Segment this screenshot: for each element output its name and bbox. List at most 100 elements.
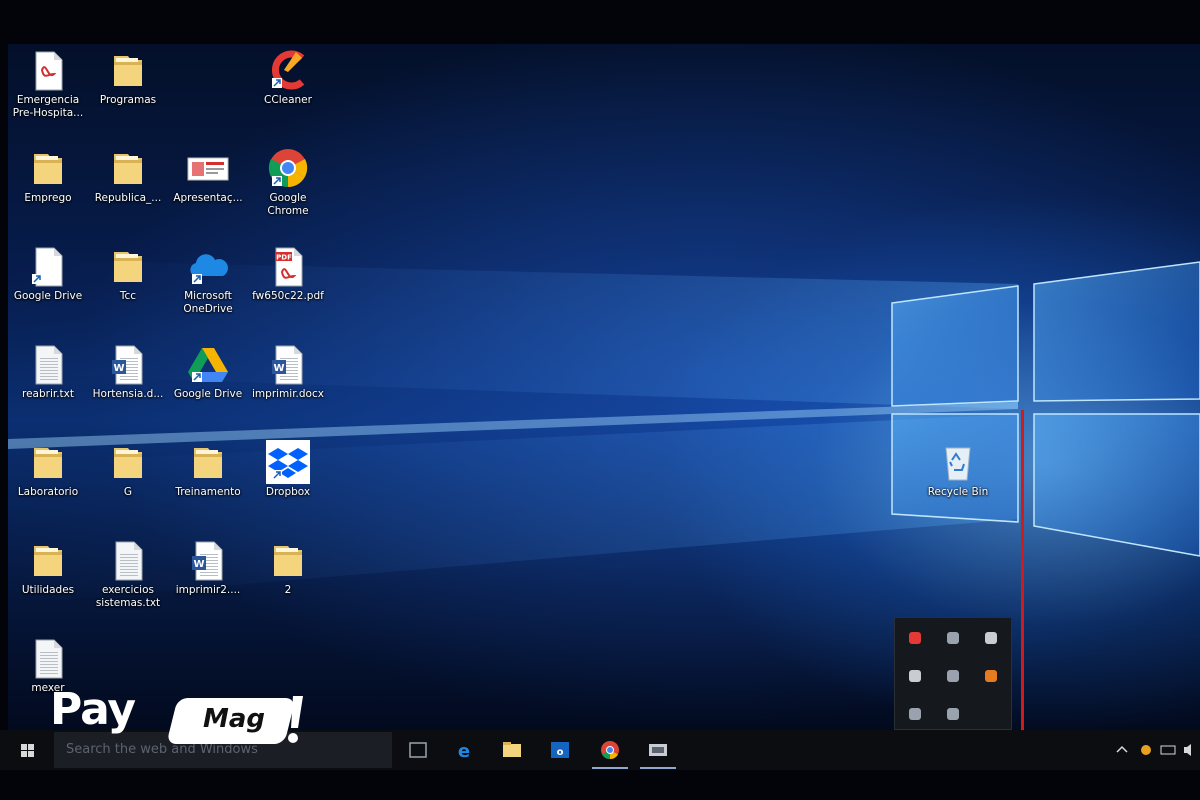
desktop-icon-label: Tcc bbox=[119, 290, 137, 302]
desktop-icon-label: Recycle Bin bbox=[927, 486, 989, 498]
desktop-icon[interactable]: Recycle Bin bbox=[918, 440, 998, 499]
desktop-icon[interactable]: Republica_... bbox=[88, 146, 168, 205]
ccleaner-icon bbox=[266, 48, 310, 92]
svg-text:e: e bbox=[458, 741, 470, 762]
text-file-icon bbox=[26, 636, 70, 680]
folder-icon bbox=[106, 146, 150, 190]
taskbar-app-outlook[interactable]: o bbox=[540, 734, 580, 766]
pdf-document-icon bbox=[26, 48, 70, 92]
volume-icon[interactable] bbox=[1180, 734, 1200, 766]
dropbox-icon bbox=[266, 440, 310, 484]
folder-icon bbox=[266, 538, 310, 582]
desktop-icon[interactable]: Programas bbox=[88, 48, 168, 107]
desktop-icon[interactable]: Microsoft OneDrive bbox=[168, 244, 248, 316]
taskbar-app-chrome[interactable] bbox=[590, 734, 630, 769]
red-annotation-line bbox=[1021, 410, 1024, 730]
screenshot-frame: Emergencia Pre-Hospita... Programas CClean… bbox=[0, 0, 1200, 800]
folder-icon bbox=[106, 48, 150, 92]
network-icon[interactable] bbox=[1158, 734, 1178, 766]
folder-icon bbox=[26, 146, 70, 190]
desktop-icon-label: Emergencia Pre-Hospita... bbox=[12, 94, 84, 119]
bluetooth-tray-icon[interactable] bbox=[905, 704, 925, 724]
onedrive-icon bbox=[186, 244, 230, 288]
google-drive-icon bbox=[186, 342, 230, 386]
desktop-icon-label: Google Drive bbox=[13, 290, 83, 302]
folder-icon bbox=[26, 440, 70, 484]
task-view-icon bbox=[409, 742, 427, 758]
brand-pay: Pay bbox=[50, 684, 136, 735]
desktop-icon[interactable]: Apresentaç... bbox=[168, 146, 248, 205]
desktop-icon-label: fw650c22.pdf bbox=[252, 290, 324, 302]
desktop-icon-label: imprimir.docx bbox=[252, 388, 324, 400]
desktop-icon[interactable]: G bbox=[88, 440, 168, 499]
taskbar-app-media-app[interactable] bbox=[638, 734, 678, 769]
desktop-icon[interactable]: Laboratorio bbox=[8, 440, 88, 499]
desktop-icon[interactable]: CCleaner bbox=[248, 48, 328, 107]
desktop-icon[interactable]: Google Drive bbox=[168, 342, 248, 401]
desktop-icon[interactable]: Treinamento bbox=[168, 440, 248, 499]
onedrive-tray-icon[interactable] bbox=[943, 704, 963, 724]
word-document-icon: W bbox=[266, 342, 310, 386]
svg-text:PDF: PDF bbox=[276, 254, 292, 262]
svg-text:W: W bbox=[113, 363, 124, 374]
brand-mag: Mag bbox=[202, 704, 266, 734]
red-app-tray-icon[interactable] bbox=[905, 628, 925, 648]
show-hidden-icons-chevron[interactable] bbox=[1112, 734, 1132, 766]
desktop-icon-label: exercicios sistemas.txt bbox=[95, 584, 161, 609]
chrome-icon bbox=[601, 741, 619, 760]
windows-start-icon bbox=[21, 744, 34, 757]
desktop-icon[interactable]: 2 bbox=[248, 538, 328, 597]
desktop-icon[interactable]: Google Chrome bbox=[248, 146, 328, 218]
pdf-icon: PDF bbox=[266, 244, 310, 288]
edge-icon: e bbox=[458, 741, 470, 762]
desktop-icon-label: Google Chrome bbox=[267, 192, 309, 217]
desktop-icon[interactable]: Utilidades bbox=[8, 538, 88, 597]
desktop-icon[interactable]: Tcc bbox=[88, 244, 168, 303]
drive-sync-tray-icon[interactable] bbox=[943, 628, 963, 648]
desktop-icon-label: Treinamento bbox=[175, 486, 241, 498]
desktop-icon-label: G bbox=[123, 486, 133, 498]
ccleaner-tray-icon[interactable] bbox=[981, 666, 1001, 686]
outlook-icon: o bbox=[551, 742, 569, 758]
desktop-icon-label: Utilidades bbox=[21, 584, 75, 596]
desktop-icon-label: Dropbox bbox=[265, 486, 311, 498]
paymag-logo: Pay Mag bbox=[50, 684, 310, 748]
desktop-icon[interactable]: Dropbox bbox=[248, 440, 328, 499]
desktop-icon-label: Apresentaç... bbox=[173, 192, 243, 204]
display-tray-icon[interactable] bbox=[981, 628, 1001, 648]
desktop-icon[interactable]: Wimprimir.docx bbox=[248, 342, 328, 401]
recycle-bin-icon bbox=[936, 440, 980, 484]
signal-tray-icon[interactable] bbox=[943, 666, 963, 686]
svg-text:W: W bbox=[273, 363, 284, 374]
desktop-icon[interactable]: exercicios sistemas.txt bbox=[88, 538, 168, 610]
camera-tray-icon[interactable] bbox=[905, 666, 925, 686]
desktop-icon-label: Republica_... bbox=[94, 192, 162, 204]
app-tray-icon[interactable] bbox=[1136, 734, 1156, 766]
desktop-icon-label: reabrir.txt bbox=[21, 388, 75, 400]
desktop-icon[interactable]: W Hortensia.d... bbox=[88, 342, 168, 401]
desktop-icon[interactable]: Google Drive bbox=[8, 244, 88, 303]
taskbar-app-file-explorer[interactable] bbox=[492, 734, 532, 766]
desktop-icon-label: CCleaner bbox=[264, 94, 312, 106]
presentation-icon bbox=[186, 146, 230, 190]
start-button[interactable] bbox=[8, 734, 48, 766]
taskbar-app-task-view[interactable] bbox=[398, 734, 438, 766]
exclamation-icon bbox=[288, 696, 303, 743]
desktop-icon[interactable]: reabrir.txt bbox=[8, 342, 88, 401]
word-document-icon: W bbox=[186, 538, 230, 582]
desktop-icon[interactable]: Emprego bbox=[8, 146, 88, 205]
chrome-icon bbox=[266, 146, 310, 190]
media-app-icon bbox=[649, 744, 667, 756]
word-document-icon: W bbox=[106, 342, 150, 386]
desktop-icon-label: imprimir2.... bbox=[175, 584, 241, 596]
desktop-icon[interactable]: Emergencia Pre-Hospita... bbox=[8, 48, 88, 120]
folder-icon bbox=[26, 538, 70, 582]
folder-icon bbox=[106, 440, 150, 484]
desktop-icon-label: Google Drive bbox=[173, 388, 243, 400]
desktop-icon-label: Hortensia.d... bbox=[92, 388, 164, 400]
taskbar-app-edge[interactable]: e bbox=[444, 734, 484, 766]
desktop-icon[interactable]: Wimprimir2.... bbox=[168, 538, 248, 597]
desktop-icon-label: Laboratorio bbox=[17, 486, 79, 498]
desktop-icon-label: Programas bbox=[99, 94, 157, 106]
desktop-icon[interactable]: PDF fw650c22.pdf bbox=[248, 244, 328, 303]
